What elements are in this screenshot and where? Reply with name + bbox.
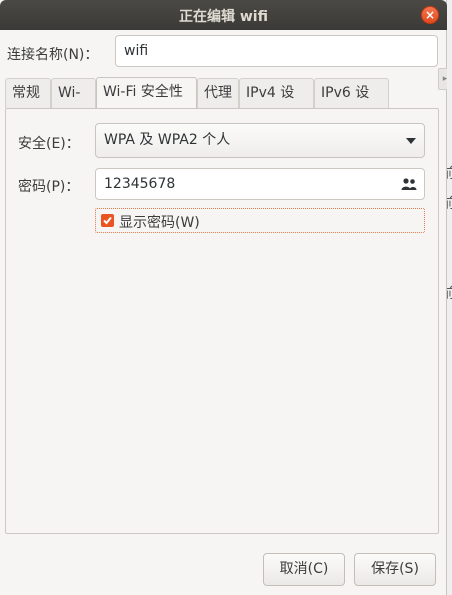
password-value: 12345678 bbox=[104, 176, 176, 192]
tab-wifi[interactable]: Wi-Fi bbox=[51, 78, 96, 129]
tab-ipv6[interactable]: IPv6 设置 bbox=[314, 78, 389, 129]
background-window: 前 前 前 bbox=[447, 0, 452, 595]
close-button[interactable]: × bbox=[421, 6, 439, 24]
background-text: 前 bbox=[447, 283, 452, 303]
close-icon: × bbox=[424, 8, 436, 22]
edit-connection-dialog: 正在编辑 wifi × 连接名称(N)： wifi 常规 Wi-Fi Wi-Fi… bbox=[0, 0, 447, 595]
title-bar[interactable]: 正在编辑 wifi × bbox=[0, 0, 447, 30]
tab-ipv4[interactable]: IPv4 设置 bbox=[239, 78, 314, 129]
tab-general[interactable]: 常规 bbox=[5, 78, 51, 108]
users-icon[interactable] bbox=[401, 176, 417, 192]
checkbox-checked-icon[interactable] bbox=[101, 214, 114, 227]
cancel-button[interactable]: 取消(C) bbox=[263, 553, 345, 586]
background-text: 前 bbox=[447, 193, 452, 213]
show-password-checkbox[interactable]: 显示密码(W) bbox=[95, 208, 425, 233]
background-text: 前 bbox=[447, 163, 452, 183]
show-password-label: 显示密码(W) bbox=[119, 215, 200, 231]
connection-name-label: 连接名称(N)： bbox=[7, 47, 99, 63]
chevron-down-icon bbox=[406, 138, 416, 144]
security-combo[interactable]: WPA 及 WPA2 个人 bbox=[95, 123, 425, 158]
security-label: 安全(E)： bbox=[18, 136, 80, 152]
tab-bar: 常规 Wi-Fi Wi-Fi 安全性 代理 IPv4 设置 IPv6 设置 bbox=[5, 77, 445, 129]
connection-name-input[interactable]: wifi bbox=[115, 35, 438, 67]
password-input[interactable]: 12345678 bbox=[95, 168, 425, 200]
tab-proxy[interactable]: 代理 bbox=[197, 78, 239, 108]
password-label: 密码(P)： bbox=[18, 179, 80, 195]
tab-wifi-security[interactable]: Wi-Fi 安全性 bbox=[96, 77, 197, 109]
save-button[interactable]: 保存(S) bbox=[354, 553, 436, 586]
security-value: WPA 及 WPA2 个人 bbox=[104, 132, 231, 148]
window-title: 正在编辑 wifi bbox=[179, 9, 268, 25]
